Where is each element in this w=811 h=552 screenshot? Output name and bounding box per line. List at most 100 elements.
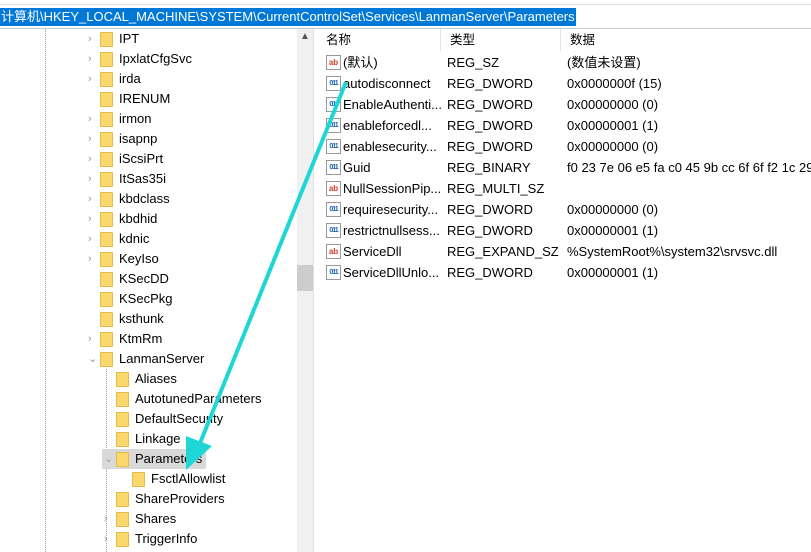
folder-icon <box>100 72 113 87</box>
values-list[interactable]: 名称 类型 数据 ab (默认) REG_SZ (数值未设置) 011 autodisco… <box>317 29 811 552</box>
address-bar-text[interactable]: 计算机\HKEY_LOCAL_MACHINE\SYSTEM\CurrentCon… <box>0 8 576 26</box>
tree-node[interactable]: Linkage <box>116 429 297 449</box>
value-row[interactable]: 011 enablesecurity... REG_DWORD 0x00000000 … <box>317 136 811 157</box>
tree-node[interactable]: › iScsiPrt <box>88 149 297 169</box>
value-type: REG_SZ <box>447 55 500 70</box>
tree-node[interactable]: ⌄ Parameters <box>102 449 206 469</box>
chevron-right-icon[interactable]: › <box>88 189 98 209</box>
tree-node[interactable]: › isapnp <box>88 129 297 149</box>
chevron-right-icon[interactable]: › <box>88 249 98 269</box>
value-row[interactable]: 011 requiresecurity... REG_DWORD 0x00000000… <box>317 199 811 220</box>
folder-icon <box>100 332 113 347</box>
column-header-name[interactable]: 名称 <box>317 29 441 51</box>
tree-node-label: LanmanServer <box>119 351 205 366</box>
tree-node[interactable]: AutotunedParameters <box>116 389 297 409</box>
tree-node-label: KtmRm <box>119 331 163 346</box>
column-header-data[interactable]: 数据 <box>561 29 811 51</box>
chevron-right-icon[interactable]: › <box>104 529 114 549</box>
chevron-right-icon[interactable]: › <box>88 109 98 129</box>
tree-node-label: IPT <box>119 31 140 46</box>
chevron-right-icon[interactable]: › <box>88 209 98 229</box>
value-row[interactable]: 011 autodisconnect REG_DWORD 0x0000000f (15… <box>317 73 811 94</box>
chevron-right-icon[interactable]: › <box>88 329 98 349</box>
value-name: restrictnullsess... <box>343 223 440 238</box>
value-name: ServiceDll <box>343 244 402 259</box>
folder-icon <box>100 52 113 67</box>
value-row[interactable]: ab ServiceDll REG_EXPAND_SZ %SystemRoot%\sy… <box>317 241 811 262</box>
folder-icon <box>116 412 129 427</box>
value-data: 0x00000000 (0) <box>567 202 659 217</box>
value-name: enablesecurity... <box>343 139 437 154</box>
chevron-right-icon[interactable]: › <box>88 149 98 169</box>
tree-node[interactable]: › kdnic <box>88 229 297 249</box>
column-header-type[interactable]: 类型 <box>441 29 561 51</box>
folder-icon <box>100 32 113 47</box>
tree-node[interactable]: › KtmRm <box>88 329 297 349</box>
chevron-right-icon[interactable]: › <box>88 129 98 149</box>
tree-node-label: Shares <box>135 511 177 526</box>
tree-node-label: AutotunedParameters <box>135 391 262 406</box>
value-row[interactable]: 011 Guid REG_BINARY f0 23 7e 06 e5 fa c0 45… <box>317 157 811 178</box>
tree-node[interactable]: › Shares <box>104 509 297 529</box>
value-row[interactable]: ab NullSessionPip... REG_MULTI_SZ <box>317 178 811 199</box>
tree-scrollbar[interactable]: ▲ <box>297 29 313 552</box>
tree-node-label: DefaultSecurity <box>135 411 224 426</box>
tree-node[interactable]: › irda <box>88 69 297 89</box>
value-row[interactable]: 011 restrictnullsess... REG_DWORD 0x0000000… <box>317 220 811 241</box>
folder-icon <box>116 372 129 387</box>
folder-icon <box>100 172 113 187</box>
value-name: Guid <box>343 160 371 175</box>
tree-node[interactable]: KSecDD <box>100 269 297 289</box>
value-data: 0x00000001 (1) <box>567 118 659 133</box>
chevron-right-icon[interactable]: › <box>88 29 98 49</box>
value-data: 0x00000001 (1) <box>567 223 659 238</box>
tree-node[interactable]: › KeyIso <box>88 249 297 269</box>
value-row[interactable]: 011 EnableAuthenti... REG_DWORD 0x00000000 … <box>317 94 811 115</box>
tree-node[interactable]: DefaultSecurity <box>116 409 297 429</box>
folder-icon <box>100 352 113 367</box>
tree-node[interactable]: › kbdclass <box>88 189 297 209</box>
folder-icon <box>100 312 113 327</box>
value-data: 0x00000000 (0) <box>567 139 659 154</box>
scroll-up-icon[interactable]: ▲ <box>297 31 313 42</box>
tree-node[interactable]: › kbdhid <box>88 209 297 229</box>
tree-node[interactable]: › TriggerInfo <box>104 529 297 549</box>
tree-node-label: isapnp <box>119 131 158 146</box>
address-bar[interactable]: 计算机\HKEY_LOCAL_MACHINE\SYSTEM\CurrentCon… <box>0 5 811 29</box>
chevron-right-icon[interactable]: › <box>104 509 114 529</box>
chevron-right-icon[interactable]: › <box>88 69 98 89</box>
tree-node[interactable]: ksthunk <box>100 309 297 329</box>
tree-node[interactable]: KSecPkg <box>100 289 297 309</box>
value-data: 0x00000000 (0) <box>567 97 659 112</box>
value-row[interactable]: 011 ServiceDllUnlo... REG_DWORD 0x00000001 … <box>317 262 811 283</box>
chevron-right-icon[interactable]: › <box>88 229 98 249</box>
value-row[interactable]: ab (默认) REG_SZ (数值未设置) <box>317 52 811 73</box>
tree-node[interactable]: › irmon <box>88 109 297 129</box>
chevron-down-icon[interactable]: ⌄ <box>88 349 98 369</box>
folder-icon <box>116 532 129 547</box>
scroll-thumb[interactable] <box>297 265 313 291</box>
tree-node[interactable]: IRENUM <box>100 89 297 109</box>
binary-value-icon: 011 <box>326 76 341 91</box>
tree-node[interactable]: ShareProviders <box>116 489 297 509</box>
chevron-down-icon[interactable]: ⌄ <box>104 449 114 469</box>
folder-icon <box>116 432 129 447</box>
folder-icon <box>116 492 129 507</box>
tree-node[interactable]: ⌄ LanmanServer <box>88 349 297 369</box>
tree-node[interactable]: Aliases <box>116 369 297 389</box>
string-value-icon: ab <box>326 55 341 70</box>
tree-node[interactable]: › ItSas35i <box>88 169 297 189</box>
chevron-right-icon[interactable]: › <box>88 49 98 69</box>
key-tree[interactable]: › IPT › IpxlatCfgSvc › irda IRENUM › irmon › isapn… <box>0 29 297 552</box>
tree-node-label: kdnic <box>119 231 150 246</box>
tree-node[interactable]: FsctlAllowlist <box>132 469 297 489</box>
folder-icon <box>100 132 113 147</box>
value-row[interactable]: 011 enableforcedl... REG_DWORD 0x00000001 (… <box>317 115 811 136</box>
tree-node-label: Aliases <box>135 371 177 386</box>
chevron-right-icon[interactable]: › <box>88 169 98 189</box>
folder-icon <box>100 152 113 167</box>
tree-node[interactable]: › IPT <box>88 29 297 49</box>
tree-node[interactable]: › IpxlatCfgSvc <box>88 49 297 69</box>
binary-value-icon: 011 <box>326 139 341 154</box>
tree-node-label: Linkage <box>135 431 181 446</box>
